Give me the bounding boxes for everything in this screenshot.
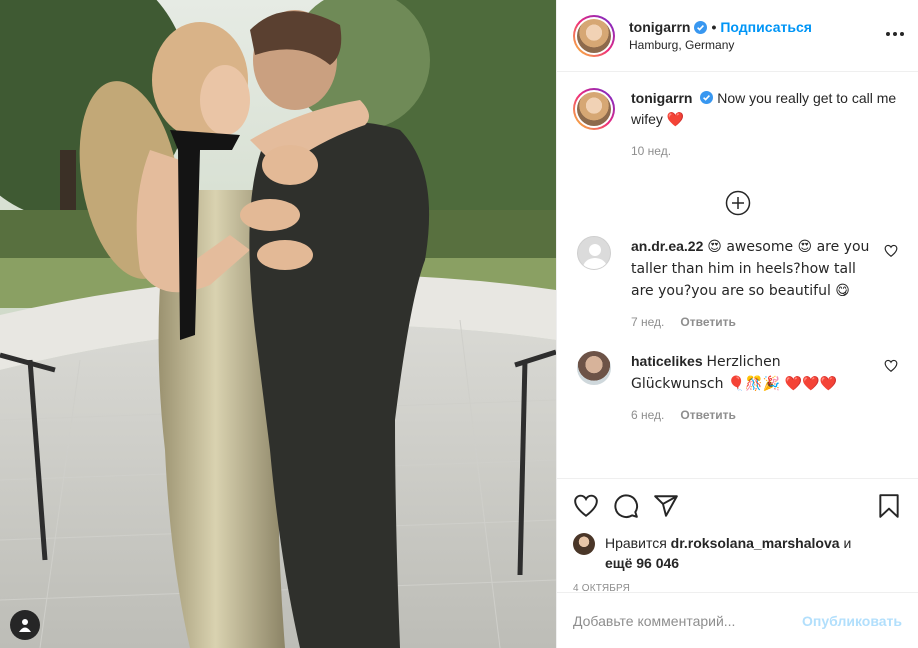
like-comment-heart-icon[interactable] xyxy=(884,244,898,258)
likes-count[interactable]: ещё 96 046 xyxy=(605,555,679,571)
separator-dot: • xyxy=(711,19,717,35)
comment-username[interactable]: haticelikes xyxy=(631,353,703,369)
comment-input[interactable] xyxy=(573,612,803,629)
reply-button[interactable]: Ответить xyxy=(680,405,735,426)
publish-button[interactable]: Опубликовать xyxy=(802,613,902,629)
wedding-kiss-image xyxy=(0,0,556,648)
post-modal: tonigarrn • Подписаться Hamburg, Germany… xyxy=(0,0,918,648)
post-photo[interactable] xyxy=(0,0,556,648)
comment-username[interactable]: an.dr.ea.22 xyxy=(631,238,703,254)
share-paper-plane-icon[interactable] xyxy=(653,493,679,519)
comment-age[interactable]: 6 нед. xyxy=(631,405,664,426)
likes-and: и xyxy=(843,535,852,551)
liker-username[interactable]: dr.roksolana_marshalova xyxy=(671,535,840,551)
post-details-panel: tonigarrn • Подписаться Hamburg, Germany… xyxy=(556,0,918,648)
verified-badge-icon xyxy=(700,91,714,104)
user-icon xyxy=(19,619,31,632)
caption: tonigarrn Now you really get to call me … xyxy=(573,88,902,162)
verified-badge-icon xyxy=(694,20,708,34)
follow-button[interactable]: Подписаться xyxy=(720,19,812,35)
author-username[interactable]: tonigarrn xyxy=(629,19,690,35)
comment-item: haticelikes Herzlichen Glückwunsch 🎈🎊🎉 ❤… xyxy=(573,351,902,426)
likes-prefix: Нравится xyxy=(605,535,667,551)
heart-emoji: ❤️ xyxy=(666,112,685,128)
reply-button[interactable]: Ответить xyxy=(680,312,735,333)
commenter-avatar[interactable] xyxy=(577,351,611,385)
comment-item: an.dr.ea.22 😍 awesome 😍 are you taller t… xyxy=(573,236,902,333)
commenter-avatar[interactable] xyxy=(577,236,611,270)
liker-avatar[interactable] xyxy=(573,533,595,555)
caption-age[interactable]: 10 нед. xyxy=(631,141,671,162)
tagged-users-button[interactable] xyxy=(10,610,40,640)
comment-bubble-icon[interactable] xyxy=(613,493,639,519)
like-comment-heart-icon[interactable] xyxy=(884,359,898,373)
more-options-icon[interactable] xyxy=(886,28,904,40)
plus-circle-icon[interactable] xyxy=(725,190,751,216)
post-header: tonigarrn • Подписаться Hamburg, Germany xyxy=(557,0,918,72)
post-location[interactable]: Hamburg, Germany xyxy=(629,38,812,52)
caption-username[interactable]: tonigarrn xyxy=(631,90,692,106)
like-heart-icon[interactable] xyxy=(573,493,599,519)
comments-section: tonigarrn Now you really get to call me … xyxy=(557,72,918,478)
likes-summary: Нравится dr.roksolana_marshalova и ещё 9… xyxy=(573,533,902,573)
author-avatar[interactable] xyxy=(573,14,615,57)
save-bookmark-icon[interactable] xyxy=(876,493,902,519)
caption-avatar[interactable] xyxy=(573,88,615,130)
comment-age[interactable]: 7 нед. xyxy=(631,312,664,333)
add-comment-bar: Опубликовать xyxy=(557,592,918,648)
